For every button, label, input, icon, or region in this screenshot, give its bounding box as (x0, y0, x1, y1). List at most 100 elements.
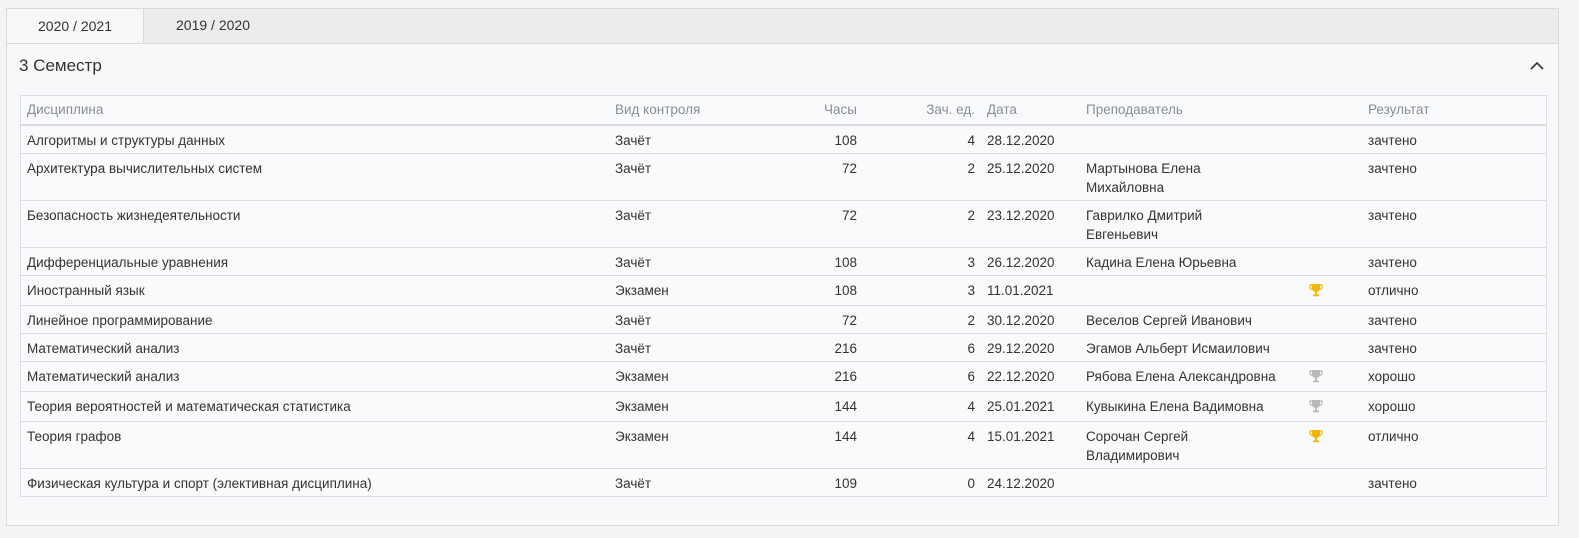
control-type-cell: Экзамен (609, 361, 777, 392)
teacher-patronymic-line: Владимирович (1086, 448, 1180, 463)
hours-cell: 108 (777, 247, 863, 276)
teacher-name-line: Кадина Елена Юрьевна (1086, 255, 1237, 270)
semester-title: 3 Семестр (19, 56, 102, 75)
control-type-cell: Зачёт (609, 333, 777, 362)
date-cell: 23.12.2020 (981, 200, 1080, 248)
table-row: Архитектура вычислительных систем Зачёт 72… (20, 153, 1547, 201)
teacher-name-line: Эгамов Альберт Исмаилович (1086, 341, 1270, 356)
column-header-result[interactable]: Результат (1362, 95, 1547, 126)
control-type-cell: Экзамен (609, 391, 777, 422)
award-cell (1303, 468, 1362, 497)
semester-panel: 3 Семестр Дисциплина Вид контроля Часы З… (6, 43, 1559, 526)
discipline-cell: Безопасность жизнедеятельности (20, 200, 609, 248)
trophy-icon (1309, 283, 1323, 297)
discipline-cell: Дифференциальные уравнения (20, 247, 609, 276)
award-cell (1303, 305, 1362, 334)
teacher-cell: Сорочан Сергей Владимирович (1080, 421, 1303, 469)
table-row: Линейное программирование Зачёт 72 2 30.12.2… (20, 305, 1547, 334)
table-header-row: Дисциплина Вид контроля Часы Зач. ед. Да… (20, 95, 1547, 126)
hours-cell: 216 (777, 361, 863, 392)
hours-cell: 108 (777, 124, 863, 154)
result-cell: зачтено (1362, 124, 1547, 154)
grades-table: Дисциплина Вид контроля Часы Зач. ед. Да… (20, 95, 1547, 497)
table-row: Иностранный язык Экзамен 108 3 11.01.2021 отл… (20, 275, 1547, 306)
hours-cell: 216 (777, 333, 863, 362)
discipline-cell: Алгоритмы и структуры данных (20, 124, 609, 154)
discipline-cell: Теория вероятностей и математическая ста… (20, 391, 609, 422)
result-cell: зачтено (1362, 333, 1547, 362)
column-header-date[interactable]: Дата (981, 95, 1080, 126)
credits-cell: 3 (863, 275, 981, 306)
control-type-cell: Зачёт (609, 468, 777, 497)
control-type-cell: Зачёт (609, 153, 777, 201)
column-header-teacher[interactable]: Преподаватель (1080, 95, 1303, 126)
award-cell (1303, 124, 1362, 154)
teacher-cell (1080, 275, 1303, 306)
hours-cell: 109 (777, 468, 863, 497)
date-cell: 15.01.2021 (981, 421, 1080, 469)
chevron-up-icon[interactable] (1528, 57, 1546, 75)
award-cell (1303, 275, 1362, 306)
result-cell: хорошо (1362, 391, 1547, 422)
credits-cell: 4 (863, 124, 981, 154)
teacher-cell (1080, 124, 1303, 154)
control-type-cell: Зачёт (609, 247, 777, 276)
column-header-award (1303, 95, 1362, 126)
table-row: Дифференциальные уравнения Зачёт 108 3 26.12… (20, 247, 1547, 276)
result-cell: зачтено (1362, 305, 1547, 334)
teacher-name-line: Кувыкина Елена Вадимовна (1086, 399, 1264, 414)
teacher-cell (1080, 468, 1303, 497)
teacher-cell: Гаврилко Дмитрий Евгеньевич (1080, 200, 1303, 248)
column-header-control-type[interactable]: Вид контроля (609, 95, 777, 126)
award-cell (1303, 391, 1362, 422)
table-row: Безопасность жизнедеятельности Зачёт 72 2 23… (20, 200, 1547, 248)
table-row: Теория графов Экзамен 144 4 15.01.2021 Сороча… (20, 421, 1547, 469)
date-cell: 29.12.2020 (981, 333, 1080, 362)
teacher-cell: Мартынова Елена Михайловна (1080, 153, 1303, 201)
date-cell: 22.12.2020 (981, 361, 1080, 392)
award-cell (1303, 333, 1362, 362)
credits-cell: 0 (863, 468, 981, 497)
result-cell: зачтено (1362, 468, 1547, 497)
column-header-hours[interactable]: Часы (777, 95, 863, 126)
teacher-cell: Рябова Елена Александровна (1080, 361, 1303, 392)
discipline-cell: Иностранный язык (20, 275, 609, 306)
result-cell: зачтено (1362, 153, 1547, 201)
teacher-cell: Эгамов Альберт Исмаилович (1080, 333, 1303, 362)
column-header-credits[interactable]: Зач. ед. (863, 95, 981, 126)
award-cell (1303, 361, 1362, 392)
date-cell: 25.12.2020 (981, 153, 1080, 201)
column-header-discipline[interactable]: Дисциплина (20, 95, 609, 126)
date-cell: 24.12.2020 (981, 468, 1080, 497)
trophy-icon (1309, 429, 1323, 443)
credits-cell: 6 (863, 333, 981, 362)
teacher-cell: Кувыкина Елена Вадимовна (1080, 391, 1303, 422)
tab-2019-2020[interactable]: 2019 / 2020 (143, 8, 283, 44)
credits-cell: 4 (863, 391, 981, 422)
result-cell: отлично (1362, 275, 1547, 306)
table-row: Теория вероятностей и математическая ста… (20, 391, 1547, 422)
hours-cell: 72 (777, 200, 863, 248)
result-cell: зачтено (1362, 247, 1547, 276)
teacher-name-line: Гаврилко Дмитрий (1086, 208, 1203, 223)
tab-2020-2021[interactable]: 2020 / 2021 (6, 8, 144, 45)
control-type-cell: Зачёт (609, 200, 777, 248)
table-row: Физическая культура и спорт (элективная … (20, 468, 1547, 497)
teacher-cell: Веселов Сергей Иванович (1080, 305, 1303, 334)
control-type-cell: Зачёт (609, 124, 777, 154)
control-type-cell: Экзамен (609, 275, 777, 306)
teacher-name-line: Мартынова Елена (1086, 161, 1201, 176)
credits-cell: 2 (863, 200, 981, 248)
result-cell: зачтено (1362, 200, 1547, 248)
control-type-cell: Экзамен (609, 421, 777, 469)
date-cell: 26.12.2020 (981, 247, 1080, 276)
credits-cell: 2 (863, 305, 981, 334)
teacher-patronymic-line: Михайловна (1086, 180, 1165, 195)
discipline-cell: Теория графов (20, 421, 609, 469)
trophy-icon (1309, 399, 1323, 413)
credits-cell: 6 (863, 361, 981, 392)
date-cell: 30.12.2020 (981, 305, 1080, 334)
teacher-name-line: Рябова Елена Александровна (1086, 369, 1276, 384)
award-cell (1303, 200, 1362, 248)
table-row: Алгоритмы и структуры данных Зачёт 108 4 28.… (20, 124, 1547, 154)
